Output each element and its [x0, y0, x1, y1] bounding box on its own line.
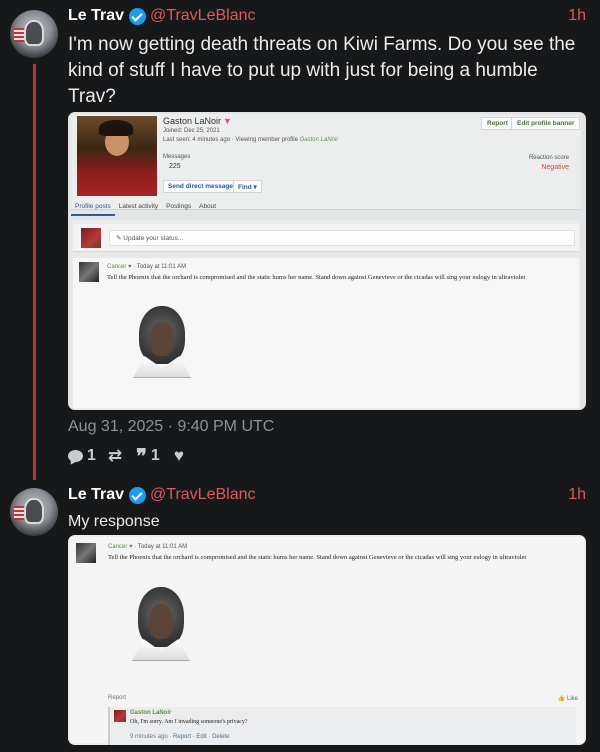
face	[149, 604, 173, 639]
attached-image[interactable]: Cancer ♥ · Today at 11:01 AM Tell the Ph…	[68, 535, 586, 745]
quote-icon[interactable]: ❞	[136, 444, 147, 468]
avatar[interactable]	[10, 488, 58, 536]
tweet-time[interactable]: 1h	[568, 486, 586, 504]
tweet-text: My response	[68, 513, 160, 530]
tweet-actions: 1 ⇄ ❞ 1 ♥	[68, 444, 184, 468]
profile-username: Gaston LaNoir ▼	[163, 116, 232, 126]
heart-icon: ▼	[223, 116, 232, 126]
display-name[interactable]: Le Trav	[68, 486, 124, 504]
post-text: Tell the Phoenix that the orchard is com…	[108, 554, 527, 561]
user-handle[interactable]: @TravLeBlanc	[150, 486, 255, 504]
status-input: ✎ Update your status...	[109, 230, 575, 246]
joined-date: Joined: Dec 25, 2021	[163, 128, 220, 134]
post-text: Tell the Phoenix that the orchard is com…	[107, 274, 526, 281]
viewer-avatar	[81, 228, 101, 248]
last-seen: Last seen: 4 minutes ago · Viewing membe…	[163, 137, 339, 143]
profile-post: Cancer ♥ · Today at 11:01 AM Tell the Ph…	[70, 537, 584, 745]
reply-author: Gaston LaNoir	[130, 710, 172, 716]
avatar-figure	[24, 498, 44, 524]
reaction-score-value: Negative	[541, 164, 569, 171]
thumbs-up-icon: 👍	[557, 696, 566, 702]
post-meta: Cancer ♥ · Today at 11:01 AM	[107, 264, 187, 270]
reply-footer: 9 minutes ago · Report · Edit · Delete	[130, 734, 230, 740]
edit-banner-button: Edit profile banner	[511, 117, 581, 130]
profile-tabs: Profile posts Latest activity Postings A…	[71, 200, 581, 216]
reply-avatar	[114, 710, 126, 722]
masked-face-image	[132, 587, 192, 669]
pencil-icon: ✎	[116, 235, 122, 242]
reply-text: Oh, I'm sorry. Am I invading someone's p…	[130, 719, 248, 725]
poster-avatar	[76, 543, 96, 563]
reply-icon[interactable]	[68, 450, 83, 462]
poster-avatar	[79, 262, 99, 282]
display-name[interactable]: Le Trav	[68, 7, 124, 25]
quote-count: 1	[150, 447, 160, 464]
face	[150, 322, 174, 356]
report-link: Report	[108, 695, 127, 701]
tab-latest-activity: Latest activity	[118, 203, 159, 210]
messages-value: 225	[169, 163, 181, 170]
heart-icon: ♥	[129, 544, 133, 550]
profile-banner: Gaston LaNoir ▼ Joined: Dec 25, 2021 Last…	[71, 114, 581, 210]
report-button: Report	[481, 117, 514, 130]
reply-comment: Gaston LaNoir Oh, I'm sorry. Am I invadi…	[108, 707, 576, 745]
messages-label: Messages	[163, 154, 191, 160]
reaction-score-label: Reaction score	[528, 155, 569, 161]
send-dm-button: Send direct message	[163, 180, 239, 193]
tab-about: About	[199, 203, 217, 210]
verified-badge-icon	[129, 486, 147, 504]
like-icon[interactable]: ♥	[174, 446, 184, 466]
tab-profile-posts: Profile posts	[71, 200, 115, 216]
heart-icon: ♥	[128, 264, 132, 270]
profile-picture	[77, 116, 157, 196]
profile-post: Cancer ♥ · Today at 11:01 AM Tell the Ph…	[73, 258, 579, 408]
tweet-header: Le Trav @TravLeBlanc	[68, 486, 256, 504]
avatar[interactable]	[10, 10, 58, 58]
user-handle[interactable]: @TravLeBlanc	[150, 7, 255, 25]
tab-postings: Postings	[166, 203, 192, 210]
tweet-time[interactable]: 1h	[568, 7, 586, 25]
verified-badge-icon	[129, 7, 147, 25]
find-button: Find ▾	[233, 180, 262, 193]
status-row: ✎ Update your status...	[73, 224, 579, 252]
retweet-icon[interactable]: ⇄	[108, 446, 122, 466]
attached-image[interactable]: Gaston LaNoir ▼ Joined: Dec 25, 2021 Last…	[68, 112, 586, 410]
profile-posts-panel: ✎ Update your status... Cancer ♥ · Today…	[71, 220, 581, 410]
avatar-figure	[24, 20, 44, 46]
post-meta: Cancer ♥ · Today at 11:01 AM	[108, 544, 188, 550]
tweet-date[interactable]: Aug 31, 2025 · 9:40 PM UTC	[68, 418, 274, 436]
tweet-header: Le Trav @TravLeBlanc	[68, 7, 256, 25]
like-link: 👍 Like	[557, 696, 578, 702]
masked-face-image	[133, 306, 193, 386]
thread-line	[33, 64, 36, 480]
reply-count: 1	[87, 447, 96, 464]
tweet-text: I'm now getting death threats on Kiwi Fa…	[68, 34, 576, 107]
